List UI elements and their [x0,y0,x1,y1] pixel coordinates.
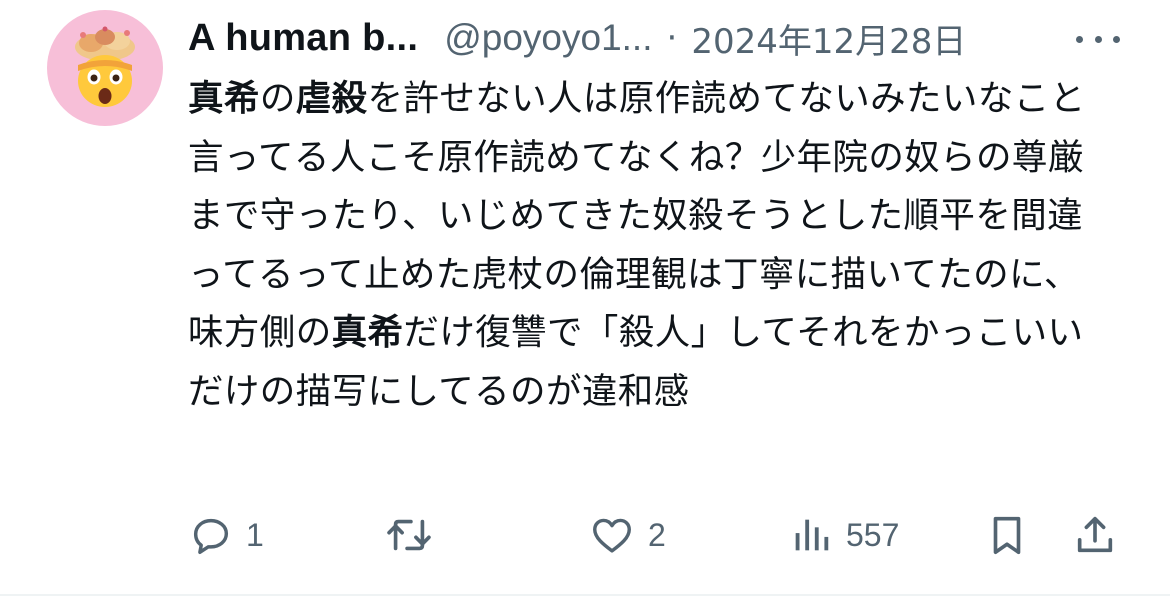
dot-shape [1113,35,1120,43]
tweet: A human b... @poyoyo1... · 2024年12月28日 真… [0,0,1170,596]
tweet-text-segment: の [259,78,296,119]
dot-shape [1076,35,1083,43]
repost-icon [387,519,431,551]
tweet-header: A human b... @poyoyo1... · 2024年12月28日 [188,12,1128,64]
tweet-text-segment: 虐殺 [295,78,368,119]
views-button[interactable]: 557 [788,500,899,570]
tweet-date[interactable]: 2024年12月28日 [691,14,966,63]
tweet-text-segment: 真希 [188,78,260,119]
heart-icon [593,518,631,553]
bookmark-icon [993,516,1021,555]
views-chart-icon [795,519,829,551]
tweet-text-segment: 真希 [331,312,404,353]
like-count: 2 [648,516,666,553]
share-icon [1077,516,1113,553]
repost-button[interactable] [384,500,446,570]
avatar[interactable] [47,10,163,126]
tweet-divider [0,594,1170,596]
exploding-head-emoji-icon [75,26,135,107]
bookmark-button[interactable] [984,500,1030,570]
reply-count: 1 [246,516,264,553]
action-bar: 1 2 557 [188,500,1128,570]
separator-dot: · [666,18,678,58]
author-handle[interactable]: @poyoyo1... [444,17,652,59]
dot-shape [1094,35,1102,43]
tweet-text: 真希の虐殺を許せない人は原作読めてないみたいなこと言ってる人こそ原作読めてなくね… [188,70,1108,421]
author-display-name[interactable]: A human b... [188,17,418,60]
more-options-icon[interactable] [1076,22,1120,56]
reply-icon [193,518,229,554]
like-button[interactable]: 2 [588,500,666,570]
share-button[interactable] [1072,500,1118,570]
views-count: 557 [846,516,900,553]
reply-button[interactable]: 1 [188,500,264,570]
